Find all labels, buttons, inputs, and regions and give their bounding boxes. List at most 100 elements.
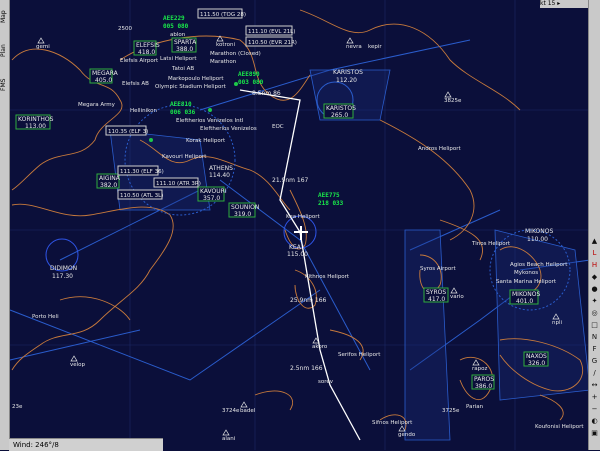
svg-text:388.0: 388.0 (176, 46, 193, 53)
toolbar-tool-8-icon[interactable]: □ (590, 320, 599, 330)
place-label: Tatoi AB (171, 66, 194, 72)
svg-text:SYROS: SYROS (426, 289, 446, 296)
place-label: Hellinikon (130, 108, 157, 114)
svg-text:110.00: 110.00 (527, 236, 548, 243)
ils-box-2[interactable]: 110.50 (EVR 21R) (245, 36, 297, 47)
tab-plan[interactable]: Plan (0, 36, 9, 66)
waypoint: 3825e (444, 98, 462, 104)
freq-box-athens[interactable]: ATHENS 114.40 (209, 165, 233, 179)
place-label: Korak Heliport (186, 138, 226, 144)
place-label: Latsi Heliport (160, 56, 197, 62)
map-toolbar: ▲ L H ◆ ● ✦ ◎ □ N F G / ↔ + − ◐ ▣ (588, 0, 600, 450)
place-label: Kea Heliport (286, 214, 321, 220)
svg-text:113.00: 113.00 (25, 123, 46, 130)
place-label: Syros Airport (420, 266, 457, 272)
svg-text:114.40: 114.40 (209, 172, 230, 179)
toolbar-tool-3-icon[interactable]: H (590, 260, 599, 270)
place-label: Megara Army (78, 102, 116, 108)
ils-box-0[interactable]: 111.50 (TOG 28) (197, 8, 246, 19)
svg-text:115.00: 115.00 (287, 251, 308, 258)
place-label: Marathon (Closed) (210, 51, 261, 57)
toolbar-tool-1-icon[interactable]: ▲ (590, 236, 599, 246)
freq-box-sounion[interactable]: SOUNION 319.0 (228, 202, 259, 218)
freq-box-kavouri[interactable]: KAVOURI 357.0 (197, 186, 227, 202)
svg-text:111.30 (ELF 36): 111.30 (ELF 36) (120, 169, 164, 175)
toolbar-tool-14-icon[interactable]: + (590, 392, 599, 402)
svg-text:NAXOS: NAXOS (526, 353, 547, 360)
navigation-map[interactable]: 21.9nm 167 25.9nm 166 2.5nm 166 8.5nm 86… (0, 0, 600, 450)
waypoint: 23e (12, 404, 23, 410)
svg-text:KARISTOS: KARISTOS (326, 105, 356, 112)
svg-text:417.0: 417.0 (428, 296, 445, 303)
freq-box-naxos[interactable]: NAXOS 326.0 (523, 351, 549, 367)
ils-box-5[interactable]: 110.50 (ATL 3L) (117, 189, 163, 200)
place-label: Agios Beach Heliport (510, 262, 568, 268)
waypoint: akoro (312, 344, 328, 350)
place-label: Elefsis AB (122, 81, 149, 87)
svg-text:SOUNION: SOUNION (231, 204, 259, 211)
traffic-alt-0: 218 033 (318, 200, 344, 207)
toolbar-tool-17-icon[interactable]: ▣ (590, 428, 599, 438)
tab-fms[interactable]: FMS (0, 70, 9, 100)
freq-box-mikonos-ndb[interactable]: MIKONOS 401.0 (509, 289, 540, 305)
place-label: Markopoulo Heliport (168, 76, 224, 82)
freq-box-elefsis[interactable]: ELEFSIS 418.0 (133, 40, 160, 56)
svg-text:ATHENS: ATHENS (209, 165, 233, 172)
toolbar-tool-13-icon[interactable]: ↔ (590, 380, 599, 390)
waypoint: gemi (36, 44, 50, 50)
svg-text:401.0: 401.0 (516, 298, 533, 305)
place-label: Santa Marina Heliport (496, 279, 557, 285)
svg-text:382.0: 382.0 (100, 182, 117, 189)
waypoint: sorev (318, 379, 334, 385)
ils-box-6[interactable]: 110.35 (ELF 3) (105, 125, 148, 136)
place-label: Eleftherios Venizelos Intl (176, 118, 244, 124)
svg-text:110.35 (ELF 3): 110.35 (ELF 3) (108, 129, 148, 135)
ils-box-4[interactable]: 111.10 (ATR 3R) (153, 177, 201, 188)
place-label: Mykonos (514, 270, 538, 276)
toolbar-tool-2-icon[interactable]: L (590, 248, 599, 258)
toolbar-tool-9-icon[interactable]: N (590, 332, 599, 342)
toolbar-tool-12-icon[interactable]: / (590, 368, 599, 378)
freq-box-sparta[interactable]: SPARTA 388.0 (171, 37, 197, 53)
freq-box-aigina[interactable]: AIGINA 382.0 (96, 173, 121, 189)
svg-text:KEA: KEA (289, 244, 302, 251)
toolbar-tool-5-icon[interactable]: ● (590, 284, 599, 294)
svg-text:357.0: 357.0 (203, 195, 220, 202)
waypoint: 2500 (118, 26, 132, 32)
toolbar-tool-7-icon[interactable]: ◎ (590, 308, 599, 318)
tab-map[interactable]: Map (0, 2, 9, 32)
place-label: Andros Heliport (418, 146, 462, 152)
toolbar-tool-10-icon[interactable]: F (590, 344, 599, 354)
waypoint: rapoz (472, 366, 487, 372)
svg-text:319.0: 319.0 (234, 211, 251, 218)
toolbar-tool-15-icon[interactable]: − (590, 404, 599, 414)
ils-box-1[interactable]: 111.10 (EVL 21L) (245, 25, 295, 36)
status-bar: Wind: 246°/8 (9, 438, 163, 451)
freq-box-syros[interactable]: SYROS 417.0 (423, 287, 449, 303)
svg-text:326.0: 326.0 (528, 360, 545, 367)
svg-text:PAROS: PAROS (474, 376, 494, 383)
waypoint: 3725e (442, 408, 460, 414)
freq-box-korinthos[interactable]: KORINTHOS 113.00 (15, 114, 54, 130)
freq-box-karistos-ndb[interactable]: KARISTOS 265.0 (323, 103, 356, 119)
svg-text:265.0: 265.0 (331, 112, 348, 119)
waypoint: kotroni (216, 42, 236, 48)
freq-box-paros[interactable]: PAROS 386.0 (471, 374, 495, 390)
svg-text:111.10 (EVL 21L): 111.10 (EVL 21L) (248, 29, 295, 35)
svg-text:KORINTHOS: KORINTHOS (18, 116, 54, 123)
svg-text:110.50 (ATL 3L): 110.50 (ATL 3L) (120, 193, 163, 199)
place-label: Parian (466, 404, 484, 410)
toolbar-tool-11-icon[interactable]: G (590, 356, 599, 366)
traffic-callsign-0: AEE775 (318, 192, 340, 199)
toolbar-tool-16-icon[interactable]: ◐ (590, 416, 599, 426)
svg-text:MEGARA: MEGARA (92, 70, 119, 77)
ils-box-3[interactable]: 111.30 (ELF 36) (117, 165, 164, 176)
place-label: Elefsis Airport (120, 58, 159, 64)
toolbar-tool-4-icon[interactable]: ◆ (590, 272, 599, 282)
traffic-callsign-1: AEE229 (163, 15, 185, 22)
svg-text:DIDIMON: DIDIMON (50, 265, 77, 272)
waypoint: velop (70, 362, 86, 368)
waypoint: gendo (398, 432, 416, 438)
toolbar-tool-6-icon[interactable]: ✦ (590, 296, 599, 306)
traffic-callsign-3: AEE810 (170, 101, 192, 108)
